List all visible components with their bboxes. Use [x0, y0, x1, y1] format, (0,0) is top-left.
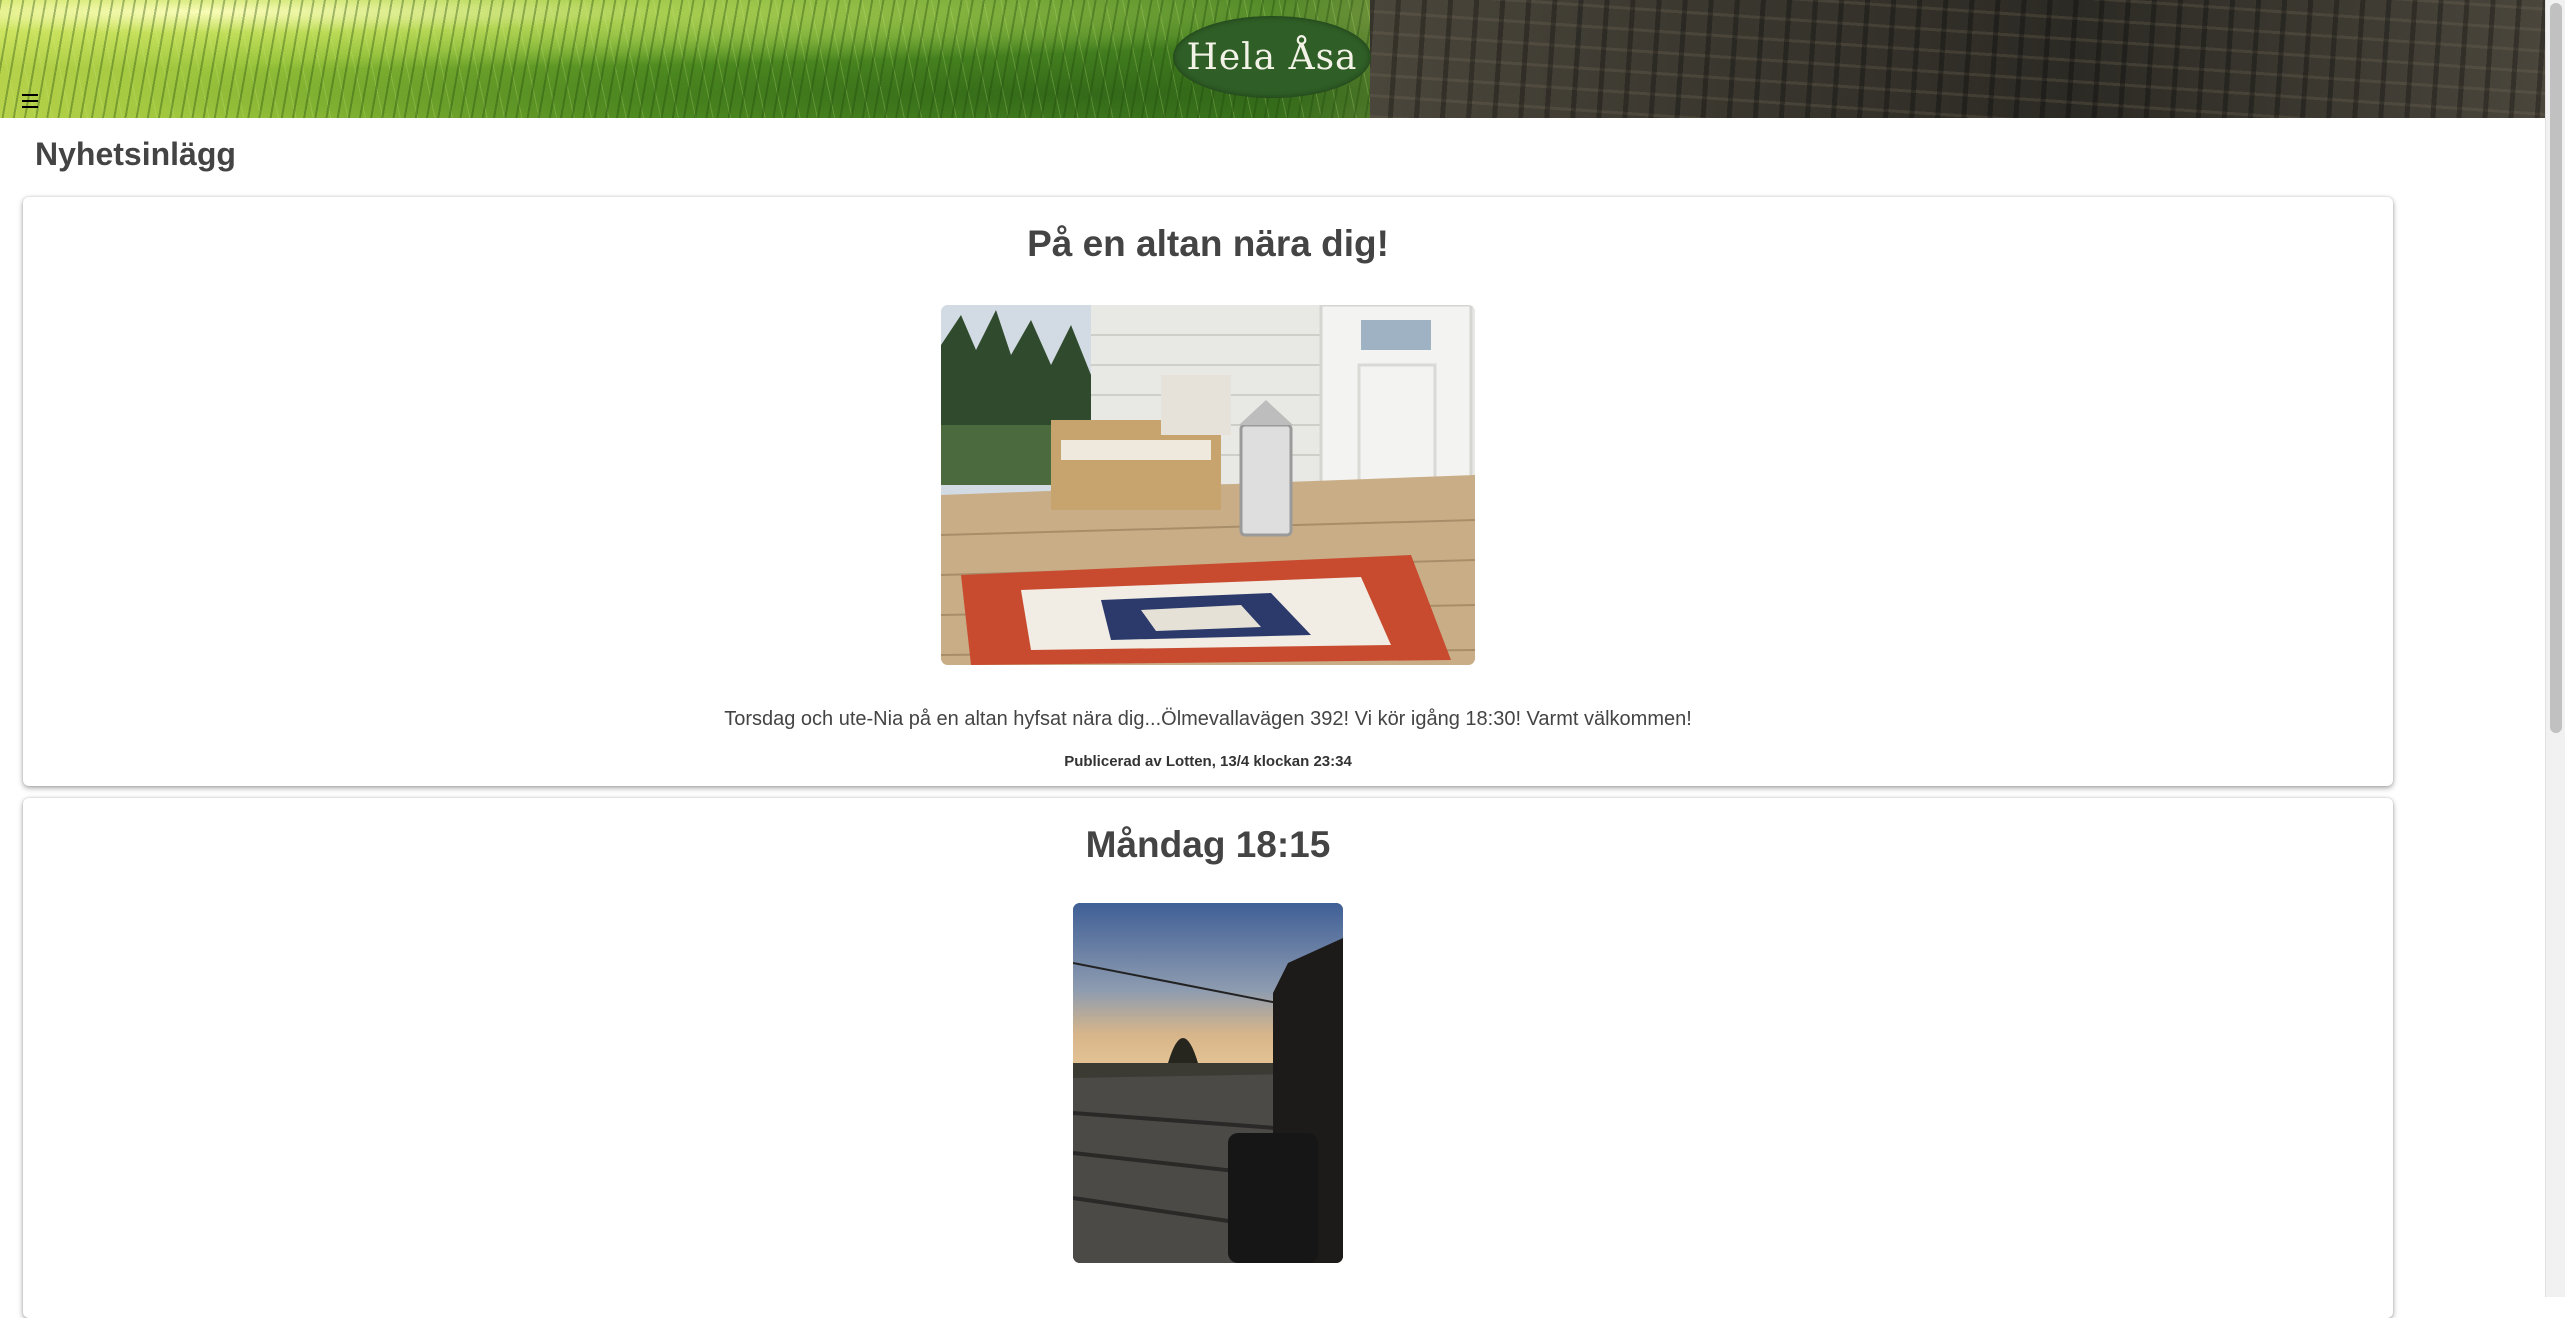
post-title: På en altan nära dig!	[1027, 223, 1389, 264]
post-meta: Publicerad av Lotten, 13/4 klockan 23:34	[1064, 753, 1352, 770]
page-title: Nyhetsinlägg	[35, 136, 236, 172]
porch-with-rug-and-lantern-photo	[941, 305, 1475, 665]
news-post-card: På en altan nära dig! Torsdag och ute-Ni…	[23, 197, 2393, 786]
site-logo[interactable]: Hela Åsa	[1173, 16, 1371, 98]
header-banner: Hela Åsa	[0, 0, 2545, 118]
hamburger-menu-icon[interactable]	[18, 90, 42, 112]
sunset-over-deck-photo	[1073, 903, 1343, 1263]
scrollbar-thumb[interactable]	[2550, 3, 2562, 733]
grass-background-image	[0, 0, 1370, 118]
post-image	[1073, 903, 1343, 1263]
vertical-scrollbar[interactable]	[2545, 0, 2565, 1297]
post-body-text: Torsdag och ute-Nia på en altan hyfsat n…	[724, 708, 1692, 730]
logo-text: Hela Åsa	[1186, 36, 1358, 78]
post-image	[941, 305, 1475, 665]
news-post-card: Måndag 18:15	[23, 798, 2393, 1318]
post-title: Måndag 18:15	[1085, 824, 1331, 865]
tree-bark-background-image	[1370, 0, 2545, 118]
